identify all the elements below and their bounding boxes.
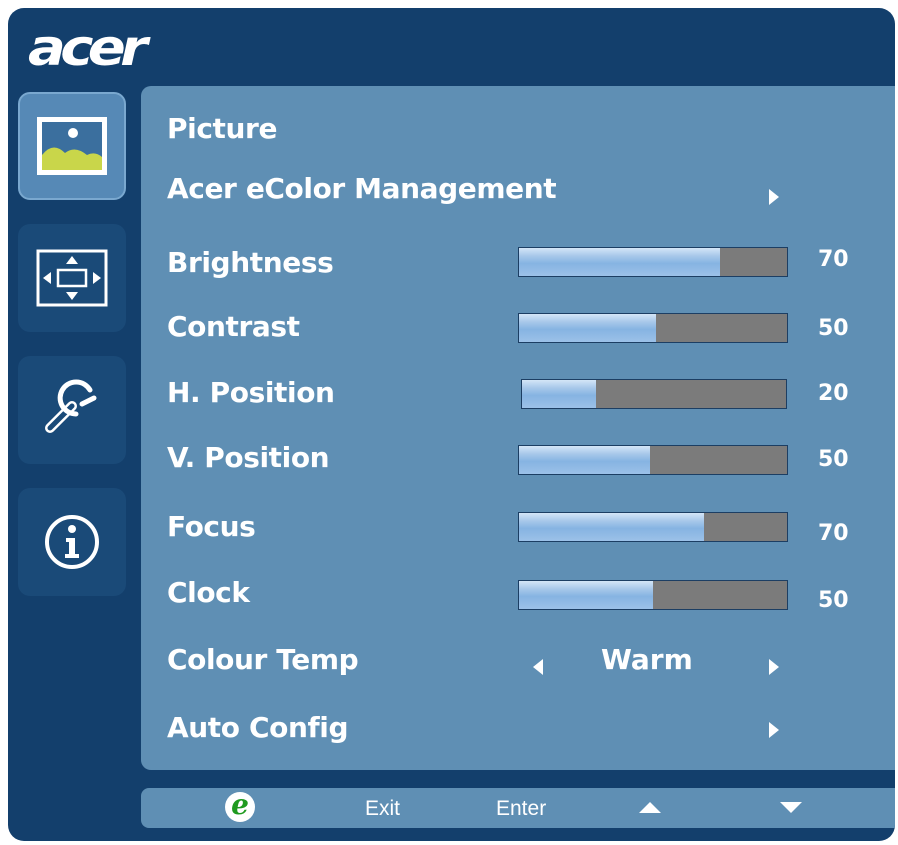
focus-value: 70 bbox=[818, 521, 849, 546]
contrast-label: Contrast bbox=[167, 310, 300, 343]
chevron-right-icon bbox=[769, 189, 779, 205]
up-arrow-icon[interactable] bbox=[639, 802, 661, 813]
enter-button[interactable]: Enter bbox=[496, 797, 546, 821]
tab-position[interactable] bbox=[18, 224, 126, 332]
v-position-slider[interactable] bbox=[518, 445, 788, 475]
info-icon bbox=[45, 515, 99, 569]
brightness-value: 70 bbox=[818, 247, 849, 272]
brightness-label: Brightness bbox=[167, 246, 334, 279]
colour-temp-label: Colour Temp bbox=[167, 643, 359, 676]
chevron-left-icon[interactable] bbox=[533, 659, 543, 675]
v-position-slider-fill bbox=[519, 446, 651, 474]
v-position-value: 50 bbox=[818, 447, 849, 472]
down-arrow-icon[interactable] bbox=[780, 802, 802, 813]
osd-menu: acer Picture Acer eColor Management Brig… bbox=[8, 8, 895, 841]
h-position-slider[interactable] bbox=[521, 379, 787, 409]
brightness-slider-fill bbox=[519, 248, 720, 276]
h-position-value: 20 bbox=[818, 381, 849, 406]
clock-slider-fill bbox=[519, 581, 653, 609]
chevron-right-icon bbox=[769, 722, 779, 738]
clock-label: Clock bbox=[167, 576, 250, 609]
ecolor-label: Acer eColor Management bbox=[167, 172, 557, 205]
focus-slider-fill bbox=[519, 513, 704, 541]
chevron-right-icon[interactable] bbox=[769, 659, 779, 675]
picture-menu-panel: Picture Acer eColor Management Brightnes… bbox=[141, 86, 895, 770]
tab-information[interactable] bbox=[18, 488, 126, 596]
clock-slider[interactable] bbox=[518, 580, 788, 610]
focus-label: Focus bbox=[167, 510, 256, 543]
menu-title: Picture bbox=[167, 112, 278, 145]
clock-value: 50 bbox=[818, 588, 849, 613]
e-key-icon[interactable]: e bbox=[225, 789, 255, 822]
colour-temp-value: Warm bbox=[601, 643, 693, 676]
exit-button[interactable]: Exit bbox=[365, 797, 400, 821]
contrast-slider-fill bbox=[519, 314, 656, 342]
h-position-slider-fill bbox=[522, 380, 596, 408]
tab-settings[interactable] bbox=[18, 356, 126, 464]
wrench-icon bbox=[45, 379, 97, 433]
auto-config-label: Auto Config bbox=[167, 711, 349, 744]
brightness-slider[interactable] bbox=[518, 247, 788, 277]
focus-slider[interactable] bbox=[518, 512, 788, 542]
contrast-value: 50 bbox=[818, 316, 849, 341]
contrast-slider[interactable] bbox=[518, 313, 788, 343]
h-position-label: H. Position bbox=[167, 376, 335, 409]
button-hint-bar: e Exit Enter bbox=[141, 788, 895, 828]
picture-icon bbox=[37, 117, 107, 175]
acer-logo: acer bbox=[28, 19, 148, 77]
tab-picture[interactable] bbox=[18, 92, 126, 200]
position-icon bbox=[36, 249, 108, 307]
v-position-label: V. Position bbox=[167, 441, 330, 474]
